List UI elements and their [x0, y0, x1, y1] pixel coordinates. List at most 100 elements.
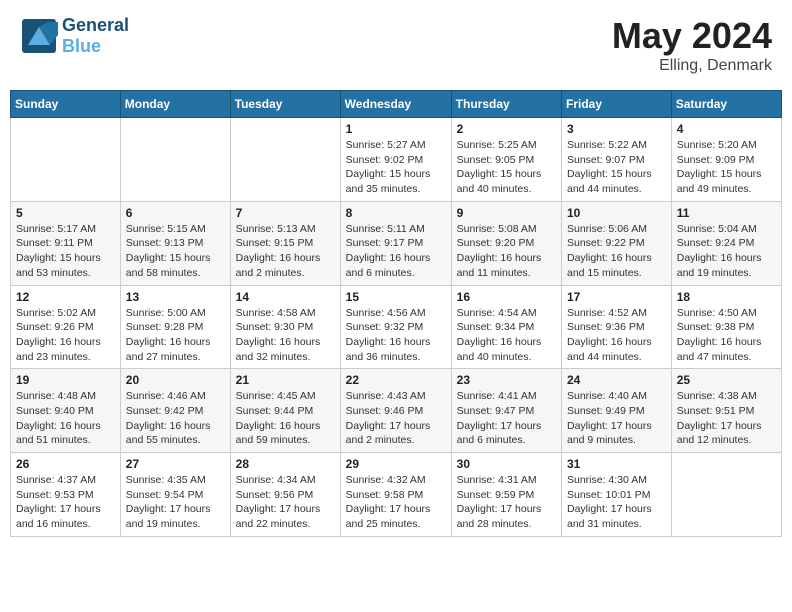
day-number: 29 [346, 457, 446, 471]
calendar-week-4: 19 Sunrise: 4:48 AM Sunset: 9:40 PM Dayli… [11, 369, 782, 453]
day-info: Sunrise: 4:31 AM Sunset: 9:59 PM Dayligh… [457, 473, 556, 532]
day-number: 12 [16, 290, 115, 304]
day-info: Sunrise: 4:43 AM Sunset: 9:46 PM Dayligh… [346, 389, 446, 448]
day-number: 31 [567, 457, 666, 471]
day-info: Sunrise: 4:52 AM Sunset: 9:36 PM Dayligh… [567, 306, 666, 365]
calendar-cell: 22 Sunrise: 4:43 AM Sunset: 9:46 PM Dayli… [340, 369, 451, 453]
calendar-week-1: 1 Sunrise: 5:27 AM Sunset: 9:02 PM Daylig… [11, 118, 782, 202]
day-info: Sunrise: 5:13 AM Sunset: 9:15 PM Dayligh… [236, 222, 335, 281]
calendar-cell: 8 Sunrise: 5:11 AM Sunset: 9:17 PM Daylig… [340, 201, 451, 285]
day-info: Sunrise: 4:40 AM Sunset: 9:49 PM Dayligh… [567, 389, 666, 448]
calendar-cell: 11 Sunrise: 5:04 AM Sunset: 9:24 PM Dayli… [671, 201, 781, 285]
day-info: Sunrise: 4:54 AM Sunset: 9:34 PM Dayligh… [457, 306, 556, 365]
day-info: Sunrise: 4:37 AM Sunset: 9:53 PM Dayligh… [16, 473, 115, 532]
day-number: 17 [567, 290, 666, 304]
calendar-week-3: 12 Sunrise: 5:02 AM Sunset: 9:26 PM Dayli… [11, 285, 782, 369]
day-number: 22 [346, 373, 446, 387]
calendar-cell: 29 Sunrise: 4:32 AM Sunset: 9:58 PM Dayli… [340, 453, 451, 537]
calendar-cell: 19 Sunrise: 4:48 AM Sunset: 9:40 PM Dayli… [11, 369, 121, 453]
calendar-cell: 13Sunrise: 5:00 AM Sunset: 9:28 PM Dayli… [120, 285, 230, 369]
day-number: 9 [457, 206, 556, 220]
day-number: 15 [346, 290, 446, 304]
day-info: Sunrise: 4:34 AM Sunset: 9:56 PM Dayligh… [236, 473, 335, 532]
day-header-thursday: Thursday [451, 91, 561, 118]
calendar-cell: 10Sunrise: 5:06 AM Sunset: 9:22 PM Dayli… [562, 201, 672, 285]
day-number: 11 [677, 206, 776, 220]
day-info: Sunrise: 5:08 AM Sunset: 9:20 PM Dayligh… [457, 222, 556, 281]
day-number: 1 [346, 122, 446, 136]
day-info: Sunrise: 4:32 AM Sunset: 9:58 PM Dayligh… [346, 473, 446, 532]
calendar-cell: 12 Sunrise: 5:02 AM Sunset: 9:26 PM Dayli… [11, 285, 121, 369]
calendar-cell: 24 Sunrise: 4:40 AM Sunset: 9:49 PM Dayli… [562, 369, 672, 453]
calendar-cell: 6 Sunrise: 5:15 AM Sunset: 9:13 PM Daylig… [120, 201, 230, 285]
day-number: 2 [457, 122, 556, 136]
day-number: 8 [346, 206, 446, 220]
calendar-cell: 21Sunrise: 4:45 AM Sunset: 9:44 PM Dayli… [230, 369, 340, 453]
day-info: Sunrise: 4:35 AM Sunset: 9:54 PM Dayligh… [126, 473, 225, 532]
calendar-cell: 9 Sunrise: 5:08 AM Sunset: 9:20 PM Daylig… [451, 201, 561, 285]
calendar-cell: 27 Sunrise: 4:35 AM Sunset: 9:54 PM Dayli… [120, 453, 230, 537]
day-info: Sunrise: 5:27 AM Sunset: 9:02 PM Dayligh… [346, 138, 446, 197]
day-number: 10 [567, 206, 666, 220]
day-info: Sunrise: 5:22 AM Sunset: 9:07 PM Dayligh… [567, 138, 666, 197]
calendar-cell: 2 Sunrise: 5:25 AM Sunset: 9:05 PM Daylig… [451, 118, 561, 202]
day-info: Sunrise: 5:20 AM Sunset: 9:09 PM Dayligh… [677, 138, 776, 197]
day-header-wednesday: Wednesday [340, 91, 451, 118]
day-info: Sunrise: 5:15 AM Sunset: 9:13 PM Dayligh… [126, 222, 225, 281]
day-header-sunday: Sunday [11, 91, 121, 118]
day-info: Sunrise: 4:58 AM Sunset: 9:30 PM Dayligh… [236, 306, 335, 365]
calendar-cell: 5Sunrise: 5:17 AM Sunset: 9:11 PM Daylig… [11, 201, 121, 285]
day-number: 4 [677, 122, 776, 136]
day-number: 26 [16, 457, 115, 471]
day-number: 18 [677, 290, 776, 304]
day-header-friday: Friday [562, 91, 672, 118]
day-info: Sunrise: 5:17 AM Sunset: 9:11 PM Dayligh… [16, 222, 115, 281]
day-info: Sunrise: 5:11 AM Sunset: 9:17 PM Dayligh… [346, 222, 446, 281]
calendar-cell [671, 453, 781, 537]
calendar-cell: 28 Sunrise: 4:34 AM Sunset: 9:56 PM Dayli… [230, 453, 340, 537]
calendar-cell [11, 118, 121, 202]
calendar-cell: 31 Sunrise: 4:30 AM Sunset: 10:01 PM Dayl… [562, 453, 672, 537]
day-info: Sunrise: 5:02 AM Sunset: 9:26 PM Dayligh… [16, 306, 115, 365]
calendar-header-row: SundayMondayTuesdayWednesdayThursdayFrid… [11, 91, 782, 118]
calendar-cell: 14Sunrise: 4:58 AM Sunset: 9:30 PM Dayli… [230, 285, 340, 369]
location: Elling, Denmark [612, 57, 772, 75]
day-number: 7 [236, 206, 335, 220]
calendar-cell: 26 Sunrise: 4:37 AM Sunset: 9:53 PM Dayli… [11, 453, 121, 537]
calendar-table: SundayMondayTuesdayWednesdayThursdayFrid… [10, 90, 782, 537]
day-info: Sunrise: 5:25 AM Sunset: 9:05 PM Dayligh… [457, 138, 556, 197]
day-number: 20 [126, 373, 225, 387]
day-header-saturday: Saturday [671, 91, 781, 118]
calendar-week-5: 26 Sunrise: 4:37 AM Sunset: 9:53 PM Dayli… [11, 453, 782, 537]
calendar-cell: 3 Sunrise: 5:22 AM Sunset: 9:07 PM Daylig… [562, 118, 672, 202]
day-info: Sunrise: 4:56 AM Sunset: 9:32 PM Dayligh… [346, 306, 446, 365]
day-number: 30 [457, 457, 556, 471]
calendar-cell: 25Sunrise: 4:38 AM Sunset: 9:51 PM Dayli… [671, 369, 781, 453]
calendar-cell: 17 Sunrise: 4:52 AM Sunset: 9:36 PM Dayli… [562, 285, 672, 369]
logo: General Blue [20, 15, 129, 57]
day-number: 16 [457, 290, 556, 304]
day-info: Sunrise: 5:00 AM Sunset: 9:28 PM Dayligh… [126, 306, 225, 365]
day-number: 24 [567, 373, 666, 387]
logo-light: Blue [62, 36, 101, 56]
day-number: 27 [126, 457, 225, 471]
day-number: 28 [236, 457, 335, 471]
day-info: Sunrise: 4:45 AM Sunset: 9:44 PM Dayligh… [236, 389, 335, 448]
day-info: Sunrise: 4:46 AM Sunset: 9:42 PM Dayligh… [126, 389, 225, 448]
day-info: Sunrise: 5:04 AM Sunset: 9:24 PM Dayligh… [677, 222, 776, 281]
calendar-cell: 18Sunrise: 4:50 AM Sunset: 9:38 PM Dayli… [671, 285, 781, 369]
day-number: 6 [126, 206, 225, 220]
calendar-cell: 23Sunrise: 4:41 AM Sunset: 9:47 PM Dayli… [451, 369, 561, 453]
day-info: Sunrise: 4:48 AM Sunset: 9:40 PM Dayligh… [16, 389, 115, 448]
calendar-week-2: 5Sunrise: 5:17 AM Sunset: 9:11 PM Daylig… [11, 201, 782, 285]
calendar-cell [230, 118, 340, 202]
title-block: May 2024 Elling, Denmark [612, 15, 772, 75]
day-number: 3 [567, 122, 666, 136]
calendar-cell [120, 118, 230, 202]
day-info: Sunrise: 4:30 AM Sunset: 10:01 PM Daylig… [567, 473, 666, 532]
page-header: General Blue May 2024 Elling, Denmark [10, 10, 782, 80]
calendar-cell: 1 Sunrise: 5:27 AM Sunset: 9:02 PM Daylig… [340, 118, 451, 202]
day-number: 23 [457, 373, 556, 387]
logo-icon [20, 17, 58, 55]
day-number: 19 [16, 373, 115, 387]
